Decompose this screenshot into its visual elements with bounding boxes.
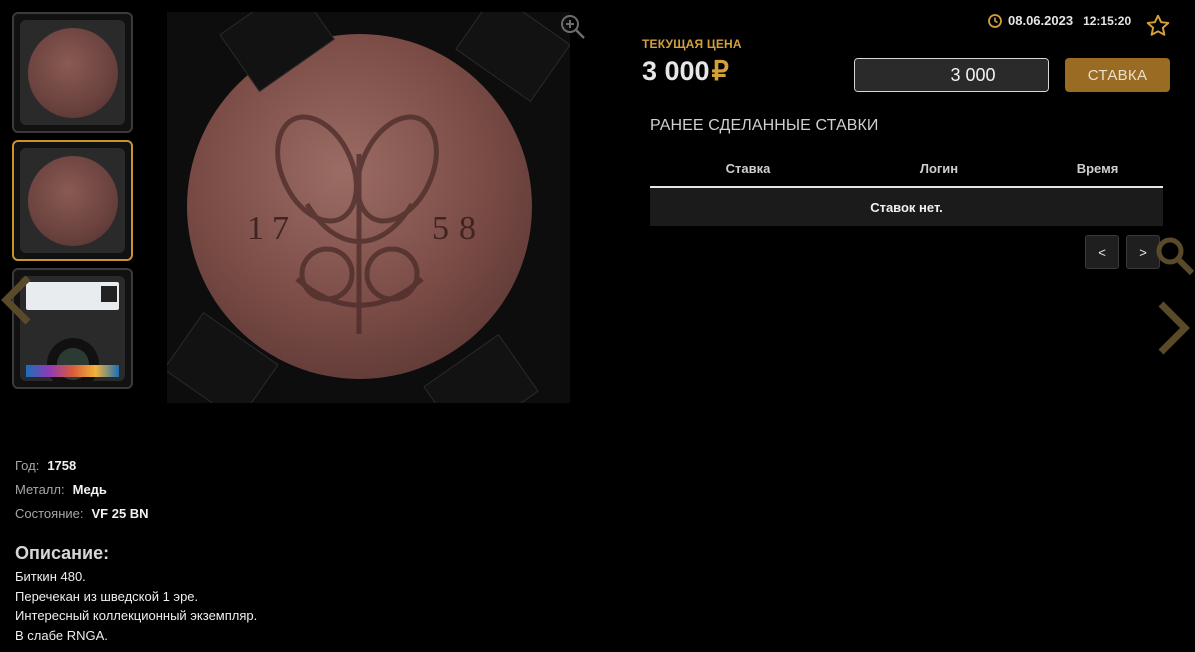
qr-code bbox=[101, 286, 117, 302]
coin-reverse-image bbox=[27, 27, 118, 118]
chevron-left-icon[interactable] bbox=[0, 274, 34, 331]
currency-symbol: ₽ bbox=[711, 56, 729, 86]
spec-year: Год: 1758 bbox=[15, 454, 149, 478]
zoom-in-icon[interactable] bbox=[560, 14, 586, 45]
column-header-login[interactable]: Логин bbox=[846, 161, 1032, 176]
current-price-value: 3 000 bbox=[642, 56, 710, 86]
bid-amount-input[interactable] bbox=[855, 59, 1048, 91]
empty-bids-row: Ставок нет. bbox=[650, 188, 1163, 226]
auction-date: 08.06.2023 bbox=[1008, 13, 1074, 28]
spec-value: Медь bbox=[72, 482, 107, 497]
thumbnail-coin-obverse[interactable] bbox=[12, 140, 133, 261]
pagination-prev-button[interactable]: < bbox=[1085, 235, 1119, 269]
bid-field[interactable]: ₽ bbox=[854, 58, 1049, 92]
place-bid-button[interactable]: СТАВКА bbox=[1065, 58, 1170, 92]
bid-history-table: Ставка Логин Время Ставок нет. bbox=[650, 150, 1163, 226]
table-header: Ставка Логин Время bbox=[650, 150, 1163, 188]
spec-value: VF 25 BN bbox=[91, 506, 149, 521]
star-icon[interactable] bbox=[1145, 13, 1171, 44]
auction-datetime: 08.06.2023 12:15:20 bbox=[988, 13, 1131, 28]
svg-text:1: 1 bbox=[247, 210, 264, 247]
main-coin-image[interactable]: 1 7 5 8 bbox=[167, 12, 570, 403]
spec-label: Состояние: bbox=[15, 506, 84, 521]
thumbnail-coin-reverse[interactable] bbox=[12, 12, 133, 133]
coin-monogram: 1 7 5 8 bbox=[247, 114, 476, 334]
description-line: Перечекан из шведской 1 эре. bbox=[15, 588, 199, 604]
thumbnail-list bbox=[12, 12, 133, 396]
spec-metal: Металл: Медь bbox=[15, 478, 149, 502]
spec-value: 1758 bbox=[47, 458, 77, 473]
column-header-time[interactable]: Время bbox=[1032, 161, 1163, 176]
description-line: Интересный коллекционный экземпляр. bbox=[15, 608, 258, 623]
coin-photo: 1 7 5 8 bbox=[187, 34, 532, 379]
spec-condition: Состояние: VF 25 BN bbox=[15, 502, 149, 526]
description-title: Описание: bbox=[15, 543, 110, 563]
current-price: 3 000₽ bbox=[642, 56, 729, 87]
bid-history-title: РАНЕЕ СДЕЛАННЫЕ СТАВКИ bbox=[650, 117, 879, 134]
lot-specs: Год: 1758 Металл: Медь Состояние: VF 25 BN bbox=[15, 454, 149, 526]
coin-obverse-image bbox=[27, 155, 118, 246]
slab-hologram-stripe bbox=[26, 365, 119, 377]
search-icon[interactable] bbox=[1155, 236, 1195, 281]
clock-icon bbox=[988, 13, 1002, 28]
svg-text:8: 8 bbox=[459, 210, 476, 247]
svg-text:5: 5 bbox=[432, 210, 449, 247]
description-line: Биткин 480. bbox=[15, 569, 86, 584]
column-header-bid[interactable]: Ставка bbox=[650, 161, 846, 176]
spec-label: Металл: bbox=[15, 482, 65, 497]
description-text: Биткин 480. Перечекан из шведской 1 эре.… bbox=[15, 567, 257, 645]
current-price-label: ТЕКУЩАЯ ЦЕНА bbox=[642, 37, 742, 51]
svg-text:7: 7 bbox=[272, 210, 289, 247]
description-line: В слабе RNGA. bbox=[15, 627, 108, 643]
spec-label: Год: bbox=[15, 458, 40, 473]
auction-time: 12:15:20 bbox=[1083, 13, 1132, 28]
slab-image bbox=[20, 276, 125, 381]
chevron-right-icon[interactable] bbox=[1155, 300, 1195, 361]
